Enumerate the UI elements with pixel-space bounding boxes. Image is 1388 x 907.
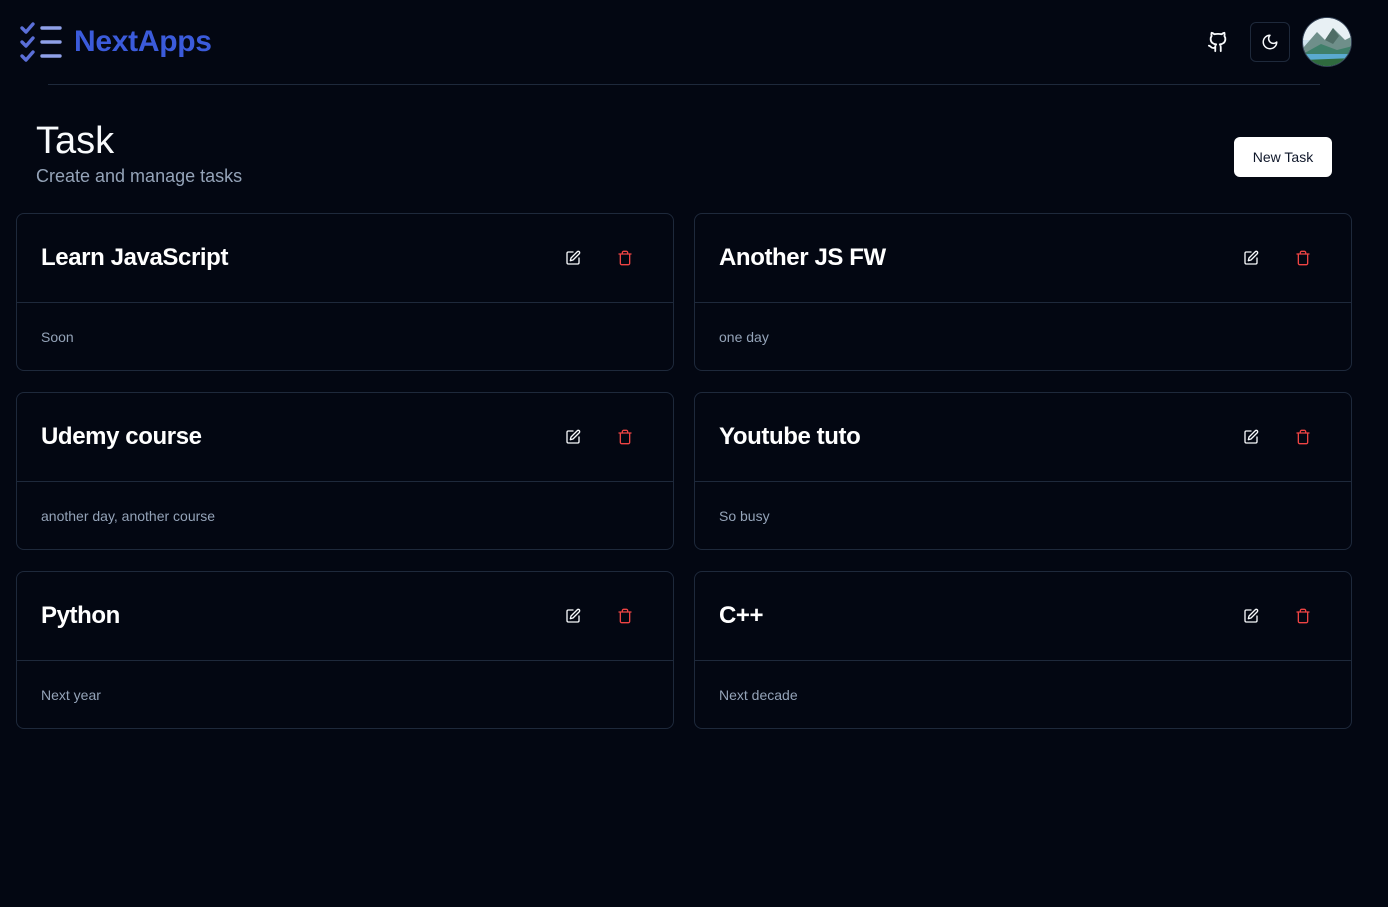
edit-task-button[interactable] (553, 417, 593, 457)
task-actions (1231, 596, 1323, 636)
navbar-divider (48, 84, 1320, 85)
delete-task-button[interactable] (1283, 238, 1323, 278)
task-title: Python (41, 602, 120, 629)
task-card: Learn JavaScript Soon (16, 213, 674, 371)
edit-icon (1244, 429, 1259, 444)
task-title: C++ (719, 602, 764, 629)
task-card-body: one day (695, 303, 1351, 345)
trash-icon (1296, 429, 1310, 445)
theme-toggle-button[interactable] (1250, 22, 1290, 62)
delete-task-button[interactable] (1283, 596, 1323, 636)
task-actions (1231, 238, 1323, 278)
page-title: Task (36, 120, 115, 162)
task-actions (553, 417, 645, 457)
task-card-body: another day, another course (17, 482, 673, 524)
task-card-body: Next year (17, 661, 673, 703)
navbar: NextApps (0, 0, 1388, 85)
task-card: Youtube tuto So busy (694, 392, 1352, 550)
task-description: Next decade (719, 687, 798, 703)
user-avatar[interactable] (1302, 17, 1352, 67)
task-actions (1231, 417, 1323, 457)
checklist-logo-icon (20, 22, 62, 62)
edit-task-button[interactable] (1231, 417, 1271, 457)
task-card: Another JS FW one day (694, 213, 1352, 371)
moon-icon (1262, 34, 1278, 50)
task-card-header: Learn JavaScript (17, 214, 673, 303)
task-card-body: So busy (695, 482, 1351, 524)
trash-icon (1296, 250, 1310, 266)
brand-name: NextApps (74, 25, 212, 58)
github-button[interactable] (1198, 22, 1238, 62)
page-subtitle: Create and manage tasks (36, 166, 243, 186)
task-description: So busy (719, 508, 770, 524)
task-description: another day, another course (41, 508, 216, 524)
delete-task-button[interactable] (605, 238, 645, 278)
task-title: Youtube tuto (719, 423, 861, 450)
task-actions (553, 238, 645, 278)
nav-actions (1198, 17, 1352, 67)
task-card: Udemy course another day, another course (16, 392, 674, 550)
task-card-header: C++ (695, 572, 1351, 661)
edit-task-button[interactable] (553, 596, 593, 636)
task-title: Udemy course (41, 423, 202, 450)
task-grid: Learn JavaScript Soon Another JS FW one … (16, 213, 1352, 729)
task-card-header: Youtube tuto (695, 393, 1351, 482)
task-description: one day (719, 329, 769, 345)
edit-icon (566, 608, 581, 623)
edit-task-button[interactable] (1231, 596, 1271, 636)
github-icon (1207, 31, 1227, 53)
task-card-header: Udemy course (17, 393, 673, 482)
task-title: Learn JavaScript (41, 244, 229, 271)
trash-icon (618, 250, 632, 266)
task-card-body: Next decade (695, 661, 1351, 703)
task-actions (553, 596, 645, 636)
task-card-body: Soon (17, 303, 673, 345)
edit-icon (1244, 250, 1259, 265)
edit-task-button[interactable] (553, 238, 593, 278)
task-title: Another JS FW (719, 244, 886, 271)
page-header: Task Create and manage tasks New Task (36, 118, 1332, 198)
delete-task-button[interactable] (1283, 417, 1323, 457)
edit-task-button[interactable] (1231, 238, 1271, 278)
trash-icon (1296, 608, 1310, 624)
brand-logo-link[interactable]: NextApps (18, 20, 212, 64)
edit-icon (1244, 608, 1259, 623)
edit-icon (566, 250, 581, 265)
trash-icon (618, 429, 632, 445)
edit-icon (566, 429, 581, 444)
delete-task-button[interactable] (605, 596, 645, 636)
task-description: Next year (41, 687, 101, 703)
task-card-header: Another JS FW (695, 214, 1351, 303)
new-task-button[interactable]: New Task (1234, 137, 1332, 177)
task-card: C++ Next decade (694, 571, 1352, 729)
delete-task-button[interactable] (605, 417, 645, 457)
task-card: Python Next year (16, 571, 674, 729)
avatar-landscape-image (1303, 18, 1351, 66)
task-description: Soon (41, 329, 74, 345)
task-card-header: Python (17, 572, 673, 661)
trash-icon (618, 608, 632, 624)
